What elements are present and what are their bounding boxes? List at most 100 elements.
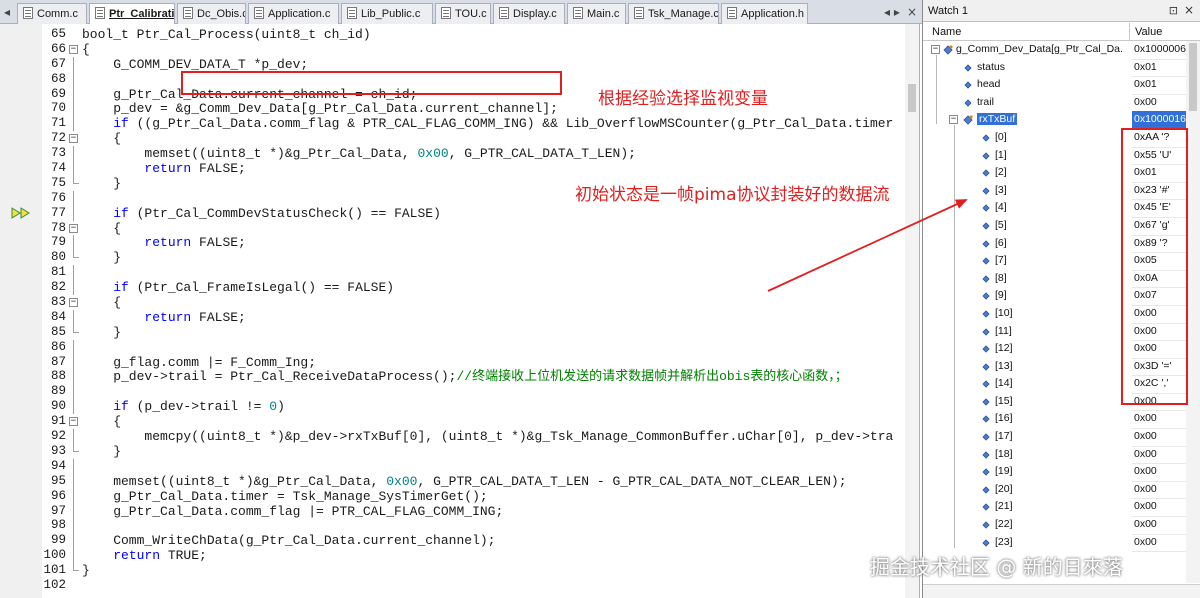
watch-variable-value[interactable]: 0x10000064	[1132, 41, 1186, 60]
watch-variable-value[interactable]: 0x00	[1132, 481, 1186, 500]
watch-variable-value[interactable]: 0x01	[1132, 59, 1186, 78]
code-text[interactable]: bool_t Ptr_Cal_Process(uint8_t ch_id)	[82, 27, 371, 42]
editor-vertical-scrollbar[interactable]	[905, 24, 919, 598]
watch-row[interactable]: −rxTxBuf0x10000168	[923, 111, 1186, 130]
column-header-value[interactable]: Value	[1135, 23, 1162, 41]
code-line[interactable]: 94	[0, 458, 906, 474]
tab-scroll-arrows-icon[interactable]: ◂ ▸	[884, 5, 900, 19]
code-line[interactable]: 77 if (Ptr_Cal_CommDevStatusCheck() == F…	[0, 205, 906, 221]
code-line[interactable]: 83− {	[0, 295, 906, 310]
tab-ptr-calibration-c[interactable]: Ptr_Calibration.c	[89, 3, 175, 25]
code-text[interactable]: }	[82, 444, 121, 459]
code-text[interactable]: Comm_WriteChData(g_Ptr_Cal_Data.current_…	[82, 533, 495, 548]
tab-tou-c[interactable]: TOU.c	[435, 3, 491, 24]
watch-row[interactable]: head 0x01	[923, 76, 1186, 95]
code-line[interactable]: 85 }	[0, 324, 906, 340]
code-text[interactable]: if (Ptr_Cal_CommDevStatusCheck() == FALS…	[82, 206, 441, 221]
watch-row[interactable]: [21] 0x00	[923, 498, 1186, 518]
code-text[interactable]: memset((uint8_t *)&g_Ptr_Cal_Data, 0x00,…	[82, 474, 846, 489]
code-text[interactable]: if (p_dev->trail != 0)	[82, 399, 285, 414]
code-line[interactable]: 99 Comm_WriteChData(g_Ptr_Cal_Data.curre…	[0, 533, 906, 549]
code-text[interactable]: }	[82, 176, 121, 191]
column-header-name[interactable]: Name	[932, 23, 961, 41]
watch-row[interactable]: [16] 0x00	[923, 410, 1186, 430]
watch-row[interactable]: [22] 0x00	[923, 516, 1186, 535]
fold-collapse-icon[interactable]: −	[69, 44, 78, 54]
collapse-icon[interactable]: −	[931, 45, 940, 54]
code-line[interactable]: 98	[0, 518, 906, 534]
code-editor[interactable]: 65 bool_t Ptr_Cal_Process(uint8_t ch_id) 6…	[0, 24, 920, 598]
code-text[interactable]: if ((g_Ptr_Cal_Data.comm_flag & PTR_CAL_…	[82, 116, 893, 131]
code-line[interactable]: 72− {	[0, 131, 906, 146]
code-line[interactable]: 82 if (Ptr_Cal_FrameIsLegal() == FALSE)	[0, 280, 906, 296]
watch-scroll-thumb[interactable]	[1189, 43, 1197, 111]
watch-variable-value[interactable]: 0x01	[1132, 76, 1186, 95]
code-line[interactable]: 102	[0, 578, 906, 593]
tab-comm-c[interactable]: Comm.c	[17, 3, 87, 24]
code-text[interactable]: return TRUE;	[82, 548, 207, 563]
code-line[interactable]: 81	[0, 265, 906, 281]
editor-scroll-thumb[interactable]	[908, 84, 916, 112]
watch-vertical-scrollbar[interactable]	[1186, 41, 1200, 583]
code-text[interactable]: {	[82, 414, 121, 429]
code-line[interactable]: 80 }	[0, 250, 906, 265]
code-text[interactable]: return FALSE;	[82, 310, 245, 325]
code-line[interactable]: 84 return FALSE;	[0, 309, 906, 325]
watch-variable-value[interactable]: 0x00	[1132, 94, 1186, 113]
code-line[interactable]: 92 memcpy((uint8_t *)&p_dev->rxTxBuf[0],…	[0, 429, 906, 445]
tab-tsk-manage-c[interactable]: Tsk_Manage.c	[628, 3, 719, 24]
code-line[interactable]: 91− {	[0, 414, 906, 429]
tab-main-c[interactable]: Main.c	[567, 3, 626, 24]
code-text[interactable]: {	[82, 131, 121, 146]
code-text[interactable]: }	[82, 325, 121, 340]
code-line[interactable]: 71 if ((g_Ptr_Cal_Data.comm_flag & PTR_C…	[0, 116, 906, 132]
watch-row[interactable]: [23] 0x00	[923, 534, 1186, 553]
tab-dc-obis-c[interactable]: Dc_Obis.c	[177, 3, 246, 24]
pin-icon[interactable]: ⊡	[1169, 4, 1178, 17]
watch-row[interactable]: status 0x01	[923, 59, 1186, 78]
watch-variable-value[interactable]: 0x00	[1132, 446, 1186, 465]
code-line[interactable]: 100 return TRUE;	[0, 548, 906, 564]
code-text[interactable]: {	[82, 42, 90, 57]
watch-variable-value[interactable]: 0x00	[1132, 463, 1186, 482]
code-area[interactable]: 65 bool_t Ptr_Cal_Process(uint8_t ch_id) 6…	[0, 27, 906, 593]
watch-row[interactable]: [17] 0x00	[923, 428, 1186, 447]
code-text[interactable]: p_dev->trail = Ptr_Cal_ReceiveDataProces…	[82, 369, 848, 384]
code-line[interactable]: 65 bool_t Ptr_Cal_Process(uint8_t ch_id)	[0, 27, 906, 42]
tab-lib-public-c[interactable]: Lib_Public.c	[341, 3, 433, 24]
code-line[interactable]: 66−{	[0, 42, 906, 57]
code-line[interactable]: 74 return FALSE;	[0, 161, 906, 177]
code-line[interactable]: 70 p_dev = &g_Comm_Dev_Data[g_Ptr_Cal_Da…	[0, 101, 906, 117]
watch-variable-value[interactable]: 0x00	[1132, 534, 1186, 553]
fold-collapse-icon[interactable]: −	[69, 298, 78, 308]
fold-collapse-icon[interactable]: −	[69, 223, 78, 233]
watch-variable-value[interactable]: 0x00	[1132, 498, 1186, 518]
code-text[interactable]: g_Ptr_Cal_Data.timer = Tsk_Manage_SysTim…	[82, 489, 487, 504]
tab-application-c[interactable]: Application.c	[248, 3, 339, 24]
code-line[interactable]: 87 g_flag.comm |= F_Comm_Ing;	[0, 354, 906, 370]
code-line[interactable]: 90 if (p_dev->trail != 0)	[0, 399, 906, 415]
code-line[interactable]: 101}	[0, 563, 906, 578]
fold-collapse-icon[interactable]: −	[69, 134, 78, 144]
code-line[interactable]: 86	[0, 339, 906, 355]
watch-horizontal-scrollbar[interactable]	[923, 584, 1200, 598]
code-line[interactable]: 79 return FALSE;	[0, 235, 906, 251]
collapse-icon[interactable]: −	[949, 115, 958, 125]
code-line[interactable]: 93 }	[0, 443, 906, 459]
tab-close-icon[interactable]: ×	[907, 5, 917, 19]
code-line[interactable]: 95 memset((uint8_t *)&g_Ptr_Cal_Data, 0x…	[0, 473, 906, 489]
code-line[interactable]: 67 G_COMM_DEV_DATA_T *p_dev;	[0, 56, 906, 72]
close-icon[interactable]: ×	[1184, 3, 1194, 17]
code-line[interactable]: 97 g_Ptr_Cal_Data.comm_flag |= PTR_CAL_F…	[0, 503, 906, 519]
watch-variable-value[interactable]: 0x00	[1132, 516, 1186, 535]
tab-application-h[interactable]: Application.h	[721, 3, 808, 24]
code-text[interactable]: G_COMM_DEV_DATA_T *p_dev;	[82, 57, 308, 72]
watch-row[interactable]: [19] 0x00	[923, 463, 1186, 482]
code-text[interactable]: return FALSE;	[82, 161, 245, 176]
code-text[interactable]: g_flag.comm |= F_Comm_Ing;	[82, 355, 316, 370]
code-line[interactable]: 96 g_Ptr_Cal_Data.timer = Tsk_Manage_Sys…	[0, 488, 906, 504]
code-text[interactable]: memcpy((uint8_t *)&p_dev->rxTxBuf[0], (u…	[82, 429, 893, 444]
code-text[interactable]: }	[82, 563, 90, 578]
code-text[interactable]: g_Ptr_Cal_Data.comm_flag |= PTR_CAL_FLAG…	[82, 504, 503, 519]
code-line[interactable]: 88 p_dev->trail = Ptr_Cal_ReceiveDataPro…	[0, 369, 906, 385]
